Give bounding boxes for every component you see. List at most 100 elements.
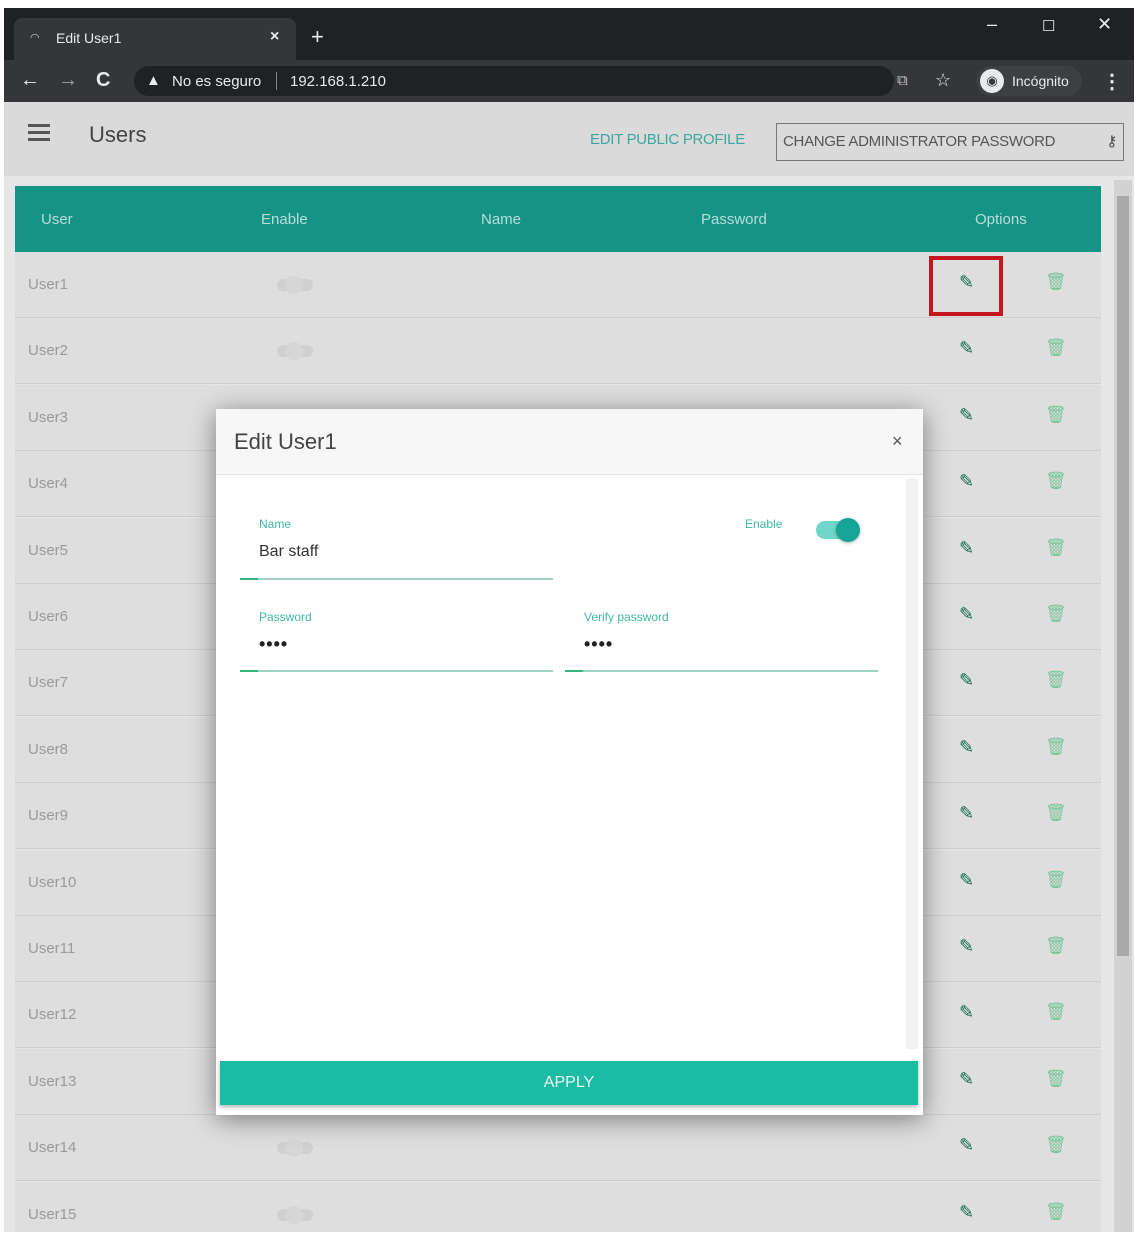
verify-password-field[interactable]: •••• bbox=[584, 634, 613, 655]
menu-icon[interactable]: ⋮ bbox=[1102, 69, 1122, 94]
delete-icon[interactable]: 🗑 bbox=[1045, 272, 1067, 294]
incognito-badge[interactable]: ◉ Incógnito bbox=[976, 66, 1082, 96]
hamburger-icon[interactable] bbox=[28, 124, 50, 142]
maximize-button[interactable]: ☐ bbox=[1042, 17, 1055, 35]
back-icon[interactable]: ← bbox=[20, 69, 40, 91]
browser-toolbar: ← → C ▲ No es seguro 192.168.1.210 ⧉ ☆ ◉… bbox=[4, 60, 1134, 102]
apply-button[interactable]: APPLY bbox=[220, 1061, 918, 1105]
tab-edit-user1[interactable]: ◠ Edit User1 × bbox=[14, 18, 296, 60]
edit-icon[interactable]: ✎ bbox=[959, 936, 979, 958]
app-bar: Users EDIT PUBLIC PROFILE CHANGE ADMINIS… bbox=[4, 102, 1134, 176]
close-icon[interactable]: × bbox=[892, 431, 903, 452]
page-title: Users bbox=[89, 122, 147, 147]
edit-icon[interactable]: ✎ bbox=[959, 405, 979, 427]
users-table-header: User Enable Name Password Options bbox=[15, 186, 1101, 252]
dialog-body: Name Bar staff Enable Password •••• Veri… bbox=[216, 477, 923, 1053]
edit-icon[interactable]: ✎ bbox=[959, 604, 979, 626]
edit-icon[interactable]: ✎ bbox=[959, 670, 979, 692]
verify-password-label: Verify password bbox=[584, 610, 669, 624]
tab-strip: ◠ Edit User1 × + – ☐ ✕ bbox=[4, 8, 1134, 60]
user-name-cell: User12 bbox=[28, 1006, 77, 1024]
delete-icon[interactable]: 🗑 bbox=[1045, 1069, 1067, 1091]
translate-icon[interactable]: ⧉ bbox=[897, 72, 908, 89]
incognito-label: Incógnito bbox=[1012, 73, 1069, 89]
page-scrollbar[interactable] bbox=[1114, 180, 1132, 1232]
minimize-button[interactable]: – bbox=[987, 14, 997, 35]
table-row: User2 ✎ 🗑 bbox=[15, 318, 1101, 385]
edit-icon[interactable]: ✎ bbox=[959, 1069, 979, 1091]
name-field-underline bbox=[240, 578, 553, 580]
edit-icon[interactable]: ✎ bbox=[959, 338, 979, 360]
dialog-header: Edit User1 × bbox=[216, 409, 923, 475]
security-label[interactable]: No es seguro bbox=[172, 73, 261, 90]
dialog-title: Edit User1 bbox=[234, 429, 337, 454]
enable-toggle[interactable] bbox=[816, 518, 860, 542]
enable-label: Enable bbox=[745, 517, 783, 531]
edit-icon[interactable]: ✎ bbox=[959, 471, 979, 493]
delete-icon[interactable]: 🗑 bbox=[1045, 604, 1067, 626]
password-label: Password bbox=[259, 610, 312, 624]
user-name-cell: User14 bbox=[28, 1139, 77, 1157]
edit-icon[interactable]: ✎ bbox=[959, 538, 979, 560]
edit-icon[interactable]: ✎ bbox=[959, 803, 979, 825]
address-bar[interactable]: ▲ No es seguro 192.168.1.210 bbox=[134, 66, 894, 96]
edit-user-dialog: Edit User1 × Name Bar staff Enable Passw… bbox=[216, 409, 923, 1115]
user-name-cell: User9 bbox=[28, 807, 69, 825]
edit-icon[interactable]: ✎ bbox=[959, 1135, 979, 1157]
enable-toggle-knob bbox=[836, 518, 860, 542]
table-row: User14 ✎ 🗑 bbox=[15, 1115, 1101, 1182]
delete-icon[interactable]: 🗑 bbox=[1045, 1002, 1067, 1024]
change-password-label: CHANGE ADMINISTRATOR PASSWORD bbox=[783, 133, 1056, 150]
name-label: Name bbox=[259, 517, 292, 531]
omnibox-divider bbox=[276, 72, 277, 90]
url-text[interactable]: 192.168.1.210 bbox=[290, 73, 386, 90]
header-user: User bbox=[41, 211, 73, 228]
delete-icon[interactable]: 🗑 bbox=[1045, 870, 1067, 892]
tab-title: Edit User1 bbox=[56, 30, 122, 46]
change-admin-password-button[interactable]: CHANGE ADMINISTRATOR PASSWORD ⚷ bbox=[776, 123, 1124, 161]
user-enable-toggle[interactable] bbox=[277, 1139, 313, 1158]
delete-icon[interactable]: 🗑 bbox=[1045, 471, 1067, 493]
delete-icon[interactable]: 🗑 bbox=[1045, 1202, 1067, 1224]
new-tab-button[interactable]: + bbox=[311, 26, 324, 48]
user-enable-toggle[interactable] bbox=[277, 276, 313, 294]
close-window-button[interactable]: ✕ bbox=[1097, 14, 1112, 35]
name-field[interactable]: Bar staff bbox=[259, 543, 318, 561]
page-scroll-thumb[interactable] bbox=[1117, 196, 1129, 956]
edit-icon[interactable]: ✎ bbox=[959, 1002, 979, 1024]
delete-icon[interactable]: 🗑 bbox=[1045, 670, 1067, 692]
header-options: Options bbox=[975, 211, 1027, 228]
delete-icon[interactable]: 🗑 bbox=[1045, 737, 1067, 759]
password-field[interactable]: •••• bbox=[259, 634, 288, 655]
user-enable-toggle[interactable] bbox=[277, 1205, 313, 1224]
user-name-cell: User6 bbox=[28, 608, 69, 625]
edit-public-profile-link[interactable]: EDIT PUBLIC PROFILE bbox=[590, 131, 745, 148]
user-enable-toggle[interactable] bbox=[277, 342, 313, 361]
incognito-icon: ◉ bbox=[980, 69, 1004, 93]
edit-icon[interactable]: ✎ bbox=[959, 1202, 979, 1224]
forward-icon[interactable]: → bbox=[58, 69, 78, 91]
delete-icon[interactable]: 🗑 bbox=[1045, 538, 1067, 560]
user-name-cell: User2 bbox=[28, 342, 69, 360]
app-page: Users EDIT PUBLIC PROFILE CHANGE ADMINIS… bbox=[4, 102, 1134, 1232]
user-name-cell: User13 bbox=[28, 1072, 77, 1090]
delete-icon[interactable]: 🗑 bbox=[1045, 803, 1067, 825]
delete-icon[interactable]: 🗑 bbox=[1045, 1135, 1067, 1157]
user-name-cell: User5 bbox=[28, 541, 69, 559]
verify-password-underline bbox=[565, 670, 878, 672]
star-icon[interactable]: ☆ bbox=[935, 70, 951, 91]
tab-close-icon[interactable]: × bbox=[270, 28, 279, 46]
edit-button-highlight bbox=[929, 256, 1003, 316]
header-name: Name bbox=[481, 211, 522, 228]
delete-icon[interactable]: 🗑 bbox=[1045, 405, 1067, 427]
delete-icon[interactable]: 🗑 bbox=[1045, 338, 1067, 360]
user-name-cell: User3 bbox=[28, 408, 69, 426]
dialog-scrollbar[interactable] bbox=[906, 479, 918, 1049]
edit-icon[interactable]: ✎ bbox=[959, 737, 979, 759]
delete-icon[interactable]: 🗑 bbox=[1045, 936, 1067, 958]
reload-icon[interactable]: C bbox=[96, 69, 110, 91]
user-name-cell: User10 bbox=[28, 873, 77, 891]
header-password: Password bbox=[701, 211, 767, 228]
key-icon: ⚷ bbox=[1106, 133, 1117, 150]
edit-icon[interactable]: ✎ bbox=[959, 870, 979, 892]
